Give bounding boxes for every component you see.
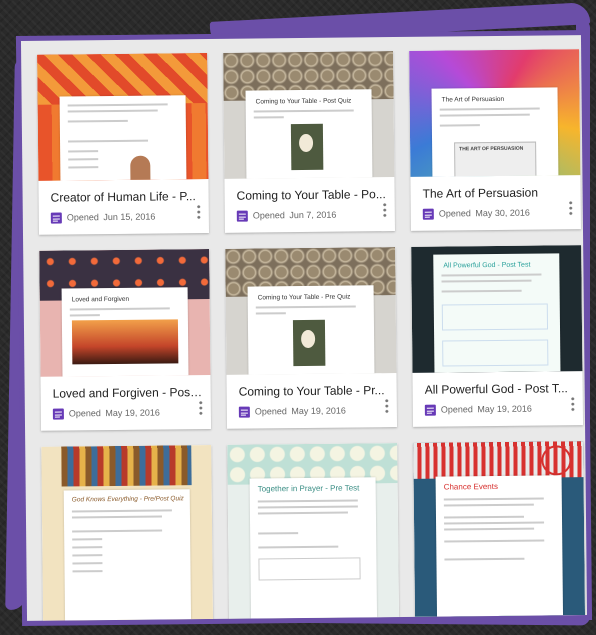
forms-icon: [236, 210, 248, 222]
communion-image: [292, 319, 326, 367]
opened-date: Jun 15, 2016: [103, 211, 156, 223]
opened-date: May 30, 2016: [475, 207, 530, 219]
more-options-icon[interactable]: [382, 202, 387, 219]
form-card[interactable]: All Powerful God - Post Test All Powerfu…: [411, 245, 584, 427]
book-cover-image: THE ART OF PERSUASION: [454, 141, 537, 177]
communion-image: [290, 123, 324, 171]
form-preview: The Art of Persuasion THE ART OF PERSUAS…: [431, 87, 559, 177]
preview-title: All Powerful God - Post Test: [443, 261, 531, 270]
opened-label: Opened: [66, 212, 99, 223]
answer-box: [258, 557, 361, 581]
form-title[interactable]: Coming to Your Table - Pr...: [239, 383, 389, 399]
forms-icon: [238, 406, 250, 418]
form-card[interactable]: The Art of Persuasion THE ART OF PERSUAS…: [409, 49, 581, 231]
forms-icon: [52, 408, 64, 420]
form-thumbnail[interactable]: Coming to Your Table - Pre Quiz: [225, 247, 397, 375]
forms-icon: [422, 208, 434, 220]
form-preview: Chance Events: [435, 475, 564, 617]
more-options-icon[interactable]: [384, 398, 389, 415]
answer-box: [442, 339, 549, 367]
opened-date: May 19, 2016: [105, 407, 160, 419]
form-card[interactable]: God Knows Everything - Pre/Post Quiz: [41, 444, 214, 621]
form-title[interactable]: Coming to Your Table - Po...: [237, 187, 387, 203]
ferris-wheel-icon: [541, 445, 572, 476]
opened-date: May 19, 2016: [477, 403, 532, 415]
form-thumbnail[interactable]: Chance Events: [413, 441, 586, 617]
form-thumbnail[interactable]: Coming to Your Table - Post Quiz: [223, 51, 395, 179]
preview-title: Coming to Your Table - Pre Quiz: [257, 293, 351, 302]
opened-label: Opened: [440, 404, 473, 415]
form-preview: [59, 95, 187, 181]
form-title[interactable]: The Art of Persuasion: [423, 185, 573, 201]
form-preview: God Knows Everything - Pre/Post Quiz: [63, 489, 192, 621]
opened-label: Opened: [438, 208, 471, 219]
form-thumbnail[interactable]: Together in Prayer - Pre Test: [227, 443, 400, 619]
form-title[interactable]: Creator of Human Life - P...: [51, 189, 201, 205]
form-title[interactable]: All Powerful God - Post T...: [425, 381, 575, 396]
opened-label: Opened: [254, 406, 287, 417]
form-preview: Coming to Your Table - Post Quiz: [245, 89, 373, 179]
more-options-icon[interactable]: [570, 396, 575, 413]
form-card[interactable]: Loved and Forgiven Loved and Forgiven - …: [39, 248, 212, 431]
preview-title: Coming to Your Table - Post Quiz: [255, 97, 352, 106]
opened-date: Jun 7, 2016: [289, 209, 337, 221]
sunset-crosses-image: [71, 319, 179, 365]
opened-date: May 19, 2016: [291, 405, 346, 417]
form-preview: Coming to Your Table - Pre Quiz: [247, 285, 375, 375]
form-card[interactable]: Coming to Your Table - Pre Quiz Coming t…: [225, 247, 398, 429]
preview-title: God Knows Everything - Pre/Post Quiz: [71, 495, 184, 504]
opened-label: Opened: [68, 408, 101, 419]
book-cover-text: THE ART OF PERSUASION: [459, 145, 524, 153]
form-thumbnail[interactable]: The Art of Persuasion THE ART OF PERSUAS…: [409, 49, 581, 177]
answer-box: [441, 303, 549, 331]
form-thumbnail[interactable]: God Knows Everything - Pre/Post Quiz: [41, 444, 214, 621]
form-thumbnail[interactable]: Loved and Forgiven: [39, 248, 211, 377]
form-card[interactable]: Together in Prayer - Pre Test: [227, 443, 400, 619]
form-card[interactable]: Coming to Your Table - Post Quiz Coming …: [223, 51, 395, 233]
form-title[interactable]: Loved and Forgiven - Post...: [53, 385, 203, 401]
preview-title: Together in Prayer - Pre Test: [257, 483, 360, 494]
preview-title: Chance Events: [443, 481, 498, 492]
opened-label: Opened: [252, 210, 285, 221]
forms-icon: [50, 212, 62, 224]
preview-title: The Art of Persuasion: [441, 95, 505, 104]
bookshelf-header: [61, 445, 192, 487]
form-preview: Loved and Forgiven: [61, 287, 189, 377]
form-card[interactable]: Creator of Human Life - P... Opened Jun …: [37, 52, 209, 235]
form-preview: Together in Prayer - Pre Test: [249, 477, 378, 619]
form-thumbnail[interactable]: All Powerful God - Post Test: [411, 245, 583, 373]
forms-icon: [424, 404, 436, 416]
form-preview: All Powerful God - Post Test: [433, 253, 561, 373]
form-card[interactable]: Chance Events: [413, 441, 586, 617]
more-options-icon[interactable]: [568, 200, 573, 217]
forms-grid-screenshot: Creator of Human Life - P... Opened Jun …: [20, 35, 588, 621]
person-illustration: [130, 155, 151, 181]
more-options-icon[interactable]: [196, 204, 201, 221]
preview-title: Loved and Forgiven: [71, 295, 130, 304]
more-options-icon[interactable]: [198, 400, 203, 417]
form-thumbnail[interactable]: [37, 52, 209, 181]
